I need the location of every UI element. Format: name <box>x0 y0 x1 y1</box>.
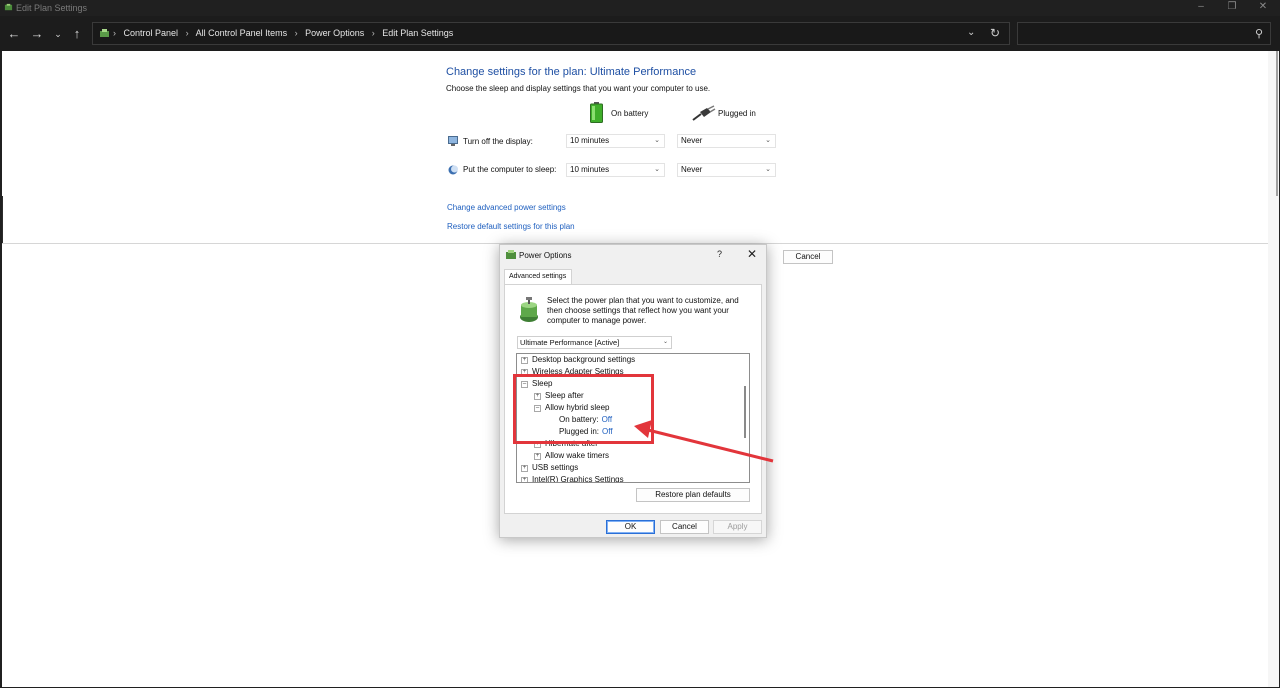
tree-item-allow-wake-timers[interactable]: + Allow wake timers <box>534 450 609 462</box>
dialog-close-icon[interactable]: ✕ <box>747 247 757 261</box>
expand-plus-icon[interactable]: + <box>521 477 528 482</box>
control-panel-icon <box>100 29 109 37</box>
power-plan-value: Ultimate Performance [Active] <box>520 338 620 347</box>
display-on-battery-select[interactable]: 10 minutes ⌄ <box>566 134 665 148</box>
breadcrumb-item-power-options[interactable]: Power Options <box>305 28 364 38</box>
search-box[interactable]: ⚲ <box>1017 22 1271 45</box>
expand-plus-icon[interactable]: + <box>534 453 541 460</box>
cancel-button[interactable]: Cancel <box>783 250 833 264</box>
power-options-icon <box>506 250 516 259</box>
page-scrollbar[interactable] <box>1268 51 1279 687</box>
sleep-on-battery-value: 10 minutes <box>570 165 610 174</box>
chevron-down-icon: ⌄ <box>654 166 660 173</box>
change-advanced-settings-link[interactable]: Change advanced power settings <box>447 203 566 212</box>
navigation-bar: ← → ⌄ ↑ › Control Panel › All Control Pa… <box>0 16 1280 51</box>
power-plug-icon <box>692 105 716 121</box>
tree-item-usb-settings[interactable]: + USB settings <box>521 462 578 474</box>
breadcrumb-item-all-items[interactable]: All Control Panel Items <box>196 28 288 38</box>
window-title: Edit Plan Settings <box>16 3 88 13</box>
sleep-moon-icon <box>448 165 458 175</box>
dialog-description: Select the power plan that you want to c… <box>547 296 739 325</box>
display-on-battery-value: 10 minutes <box>570 136 610 145</box>
breadcrumb: › Control Panel › All Control Panel Item… <box>113 28 458 38</box>
address-bar[interactable]: › Control Panel › All Control Panel Item… <box>92 22 1010 45</box>
up-arrow-icon[interactable]: ↑ <box>69 26 85 42</box>
divider <box>2 196 3 243</box>
annotation-highlight-box <box>513 374 654 444</box>
scrollbar-thumb[interactable] <box>1276 51 1278 196</box>
control-panel-icon <box>4 3 13 11</box>
address-dropdown-chevron-icon[interactable]: ⌄ <box>967 27 975 38</box>
dialog-cancel-button[interactable]: Cancel <box>660 520 709 534</box>
tree-item-label: Intel(R) Graphics Settings <box>532 475 624 483</box>
display-plugged-in-select[interactable]: Never ⌄ <box>677 134 776 148</box>
power-plan-icon <box>520 297 538 322</box>
ok-button[interactable]: OK <box>606 520 655 534</box>
power-plan-select[interactable]: Ultimate Performance [Active] ⌄ <box>517 336 672 349</box>
restore-defaults-link[interactable]: Restore default settings for this plan <box>447 222 575 231</box>
battery-icon <box>590 102 603 123</box>
column-header-plugged-in: Plugged in <box>718 109 756 118</box>
tab-advanced-settings[interactable]: Advanced settings <box>504 269 572 284</box>
search-input[interactable] <box>1022 26 1242 41</box>
title-bar: Edit Plan Settings – ❐ ✕ <box>0 0 1280 16</box>
dialog-title: Power Options <box>519 251 572 260</box>
tree-item-graphics-settings[interactable]: + Intel(R) Graphics Settings <box>521 474 624 483</box>
tree-item-desktop-background[interactable]: + Desktop background settings <box>521 354 635 366</box>
tree-scrollbar-thumb[interactable] <box>744 386 746 438</box>
restore-plan-defaults-button[interactable]: Restore plan defaults <box>636 488 750 502</box>
breadcrumb-separator-icon: › <box>371 28 375 38</box>
minimize-icon[interactable]: – <box>1191 1 1211 13</box>
expand-plus-icon[interactable]: + <box>521 357 528 364</box>
tree-item-label: USB settings <box>532 463 579 472</box>
column-header-on-battery: On battery <box>611 109 649 118</box>
tree-item-label: Allow wake timers <box>545 451 610 460</box>
display-plugged-in-value: Never <box>681 136 703 145</box>
page-title: Change settings for the plan: Ultimate P… <box>446 66 697 78</box>
breadcrumb-separator-icon: › <box>294 28 298 38</box>
apply-button[interactable]: Apply <box>713 520 762 534</box>
maximize-icon[interactable]: ❐ <box>1222 1 1242 13</box>
breadcrumb-item-edit-plan[interactable]: Edit Plan Settings <box>382 28 453 38</box>
chevron-down-icon: ⌄ <box>654 137 660 144</box>
sleep-label: Put the computer to sleep: <box>463 165 557 174</box>
breadcrumb-separator-icon: › <box>185 28 189 38</box>
monitor-icon <box>448 136 458 146</box>
breadcrumb-item-control-panel[interactable]: Control Panel <box>124 28 179 38</box>
breadcrumb-separator-icon: › <box>113 28 116 38</box>
tree-item-label: Desktop background settings <box>532 355 636 364</box>
forward-arrow-icon[interactable]: → <box>29 26 45 42</box>
recent-locations-chevron-icon[interactable]: ⌄ <box>50 26 66 42</box>
refresh-icon[interactable]: ↻ <box>990 26 1000 40</box>
sleep-on-battery-select[interactable]: 10 minutes ⌄ <box>566 163 665 177</box>
back-arrow-icon[interactable]: ← <box>6 26 22 42</box>
sleep-plugged-in-select[interactable]: Never ⌄ <box>677 163 776 177</box>
close-icon[interactable]: ✕ <box>1253 1 1273 13</box>
sleep-plugged-in-value: Never <box>681 165 703 174</box>
page-description: Choose the sleep and display settings th… <box>446 84 711 93</box>
turn-off-display-label: Turn off the display: <box>463 137 533 146</box>
chevron-down-icon: ⌄ <box>662 339 668 345</box>
chevron-down-icon: ⌄ <box>765 137 771 144</box>
expand-plus-icon[interactable]: + <box>521 465 528 472</box>
chevron-down-icon: ⌄ <box>765 166 771 173</box>
help-button[interactable]: ? <box>717 249 722 259</box>
search-icon[interactable]: ⚲ <box>1255 27 1263 40</box>
